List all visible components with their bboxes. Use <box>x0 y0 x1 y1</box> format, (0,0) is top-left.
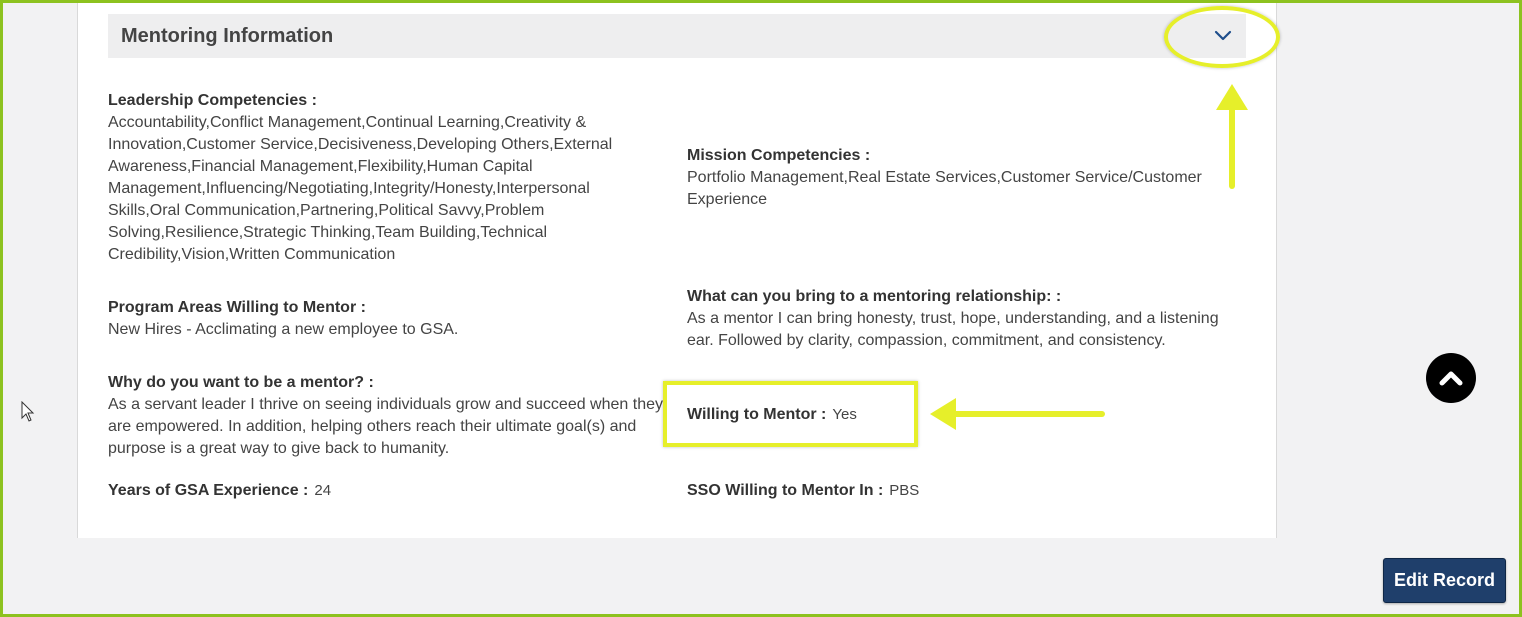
highlight-ellipse <box>1164 6 1280 68</box>
why-mentor-label: Why do you want to be a mentor? : <box>108 374 374 391</box>
section-title: Mentoring Information <box>121 24 334 47</box>
scroll-to-top-button[interactable] <box>1426 353 1476 403</box>
mission-competencies-label: Mission Competencies : <box>687 147 871 164</box>
highlight-box <box>663 381 918 447</box>
sso-willing-to-mentor: SSO Willing to Mentor In : PBS <box>687 480 1087 502</box>
program-areas-label: Program Areas Willing to Mentor : <box>108 299 366 316</box>
why-mentor: Why do you want to be a mentor? : As a s… <box>108 372 663 460</box>
mission-competencies-value: Portfolio Management,Real Estate Service… <box>687 169 1202 208</box>
leadership-competencies: Leadership Competencies : Accountability… <box>108 90 623 266</box>
chevron-up-icon <box>1439 371 1463 386</box>
edit-record-button[interactable]: Edit Record <box>1383 558 1506 603</box>
mentoring-contribution-value: As a mentor I can bring honesty, trust, … <box>687 310 1219 349</box>
years-experience: Years of GSA Experience : 24 <box>108 480 508 502</box>
years-experience-label: Years of GSA Experience : <box>108 482 309 499</box>
sso-willing-to-mentor-label: SSO Willing to Mentor In : <box>687 482 884 499</box>
mouse-pointer-icon <box>21 401 35 422</box>
leadership-competencies-value: Accountability,Conflict Management,Conti… <box>108 114 613 263</box>
sso-willing-to-mentor-value: PBS <box>889 482 920 499</box>
mission-competencies: Mission Competencies : Portfolio Managem… <box>687 145 1217 211</box>
program-areas: Program Areas Willing to Mentor : New Hi… <box>108 297 628 341</box>
annotation-arrow-left <box>930 398 1105 430</box>
mentoring-contribution: What can you bring to a mentoring relati… <box>687 286 1242 352</box>
leadership-competencies-label: Leadership Competencies : <box>108 92 317 109</box>
section-header[interactable]: Mentoring Information <box>108 14 1246 58</box>
why-mentor-value: As a servant leader I thrive on seeing i… <box>108 396 663 457</box>
program-areas-value: New Hires - Acclimating a new employee t… <box>108 321 459 338</box>
annotation-arrow-up <box>1216 84 1248 189</box>
years-experience-value: 24 <box>314 482 332 499</box>
mentoring-contribution-label: What can you bring to a mentoring relati… <box>687 288 1062 305</box>
